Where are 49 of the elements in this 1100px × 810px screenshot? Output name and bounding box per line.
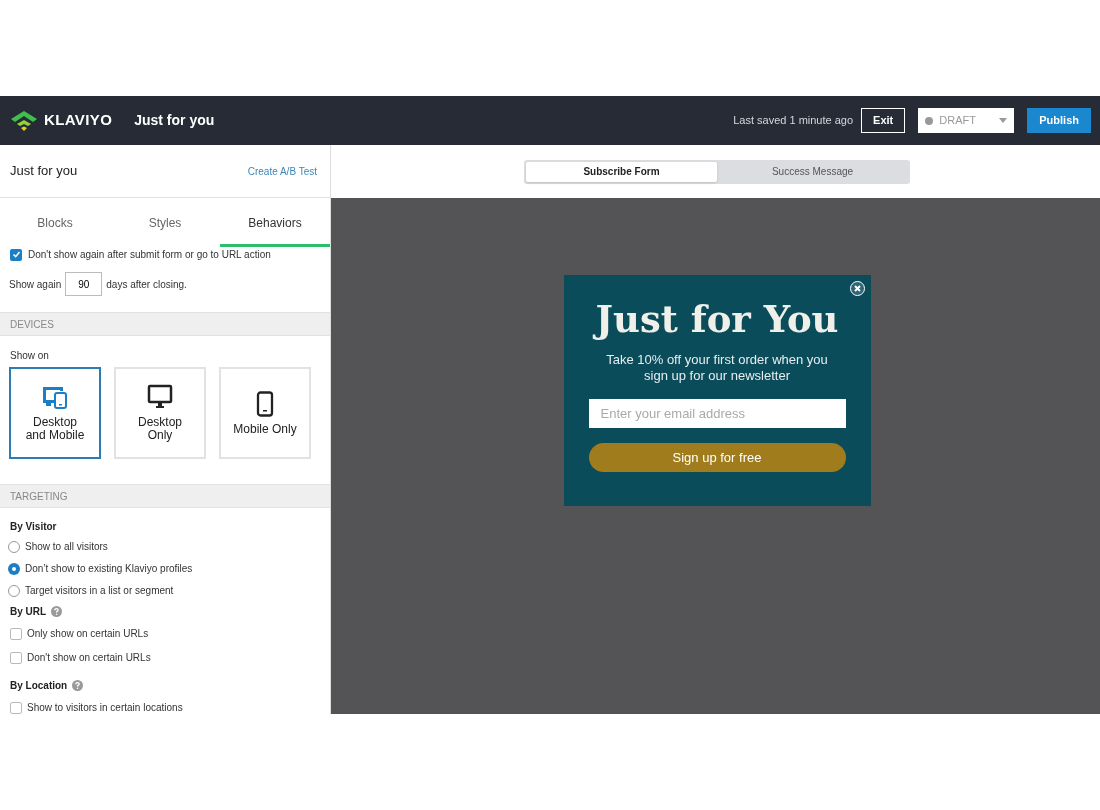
checkbox[interactable] <box>10 627 22 640</box>
desktop-mobile-icon <box>41 384 69 410</box>
close-icon[interactable] <box>849 281 865 296</box>
radio-label: Show to all visitors <box>25 540 108 554</box>
monitor-icon <box>147 384 173 410</box>
help-icon[interactable] <box>72 679 84 691</box>
field-label: Show on <box>9 349 50 363</box>
status-dot-icon <box>925 116 934 125</box>
exit-button[interactable]: Exit <box>861 108 906 133</box>
help-icon[interactable] <box>51 605 63 617</box>
brand-name: KLAVIYO <box>44 110 113 131</box>
section-header: DEVICES <box>0 312 330 336</box>
checkbox-label: Don't show on certain URLs <box>27 651 151 665</box>
caret-icon <box>999 118 1008 123</box>
radio-button[interactable] <box>8 562 20 575</box>
form-title: Just for you <box>134 111 215 130</box>
days-field[interactable]: 90 <box>65 272 103 296</box>
group-title: By URL <box>10 604 47 619</box>
panel-tab[interactable]: Blocks <box>0 198 110 247</box>
checkbox-label: Don't show again after submit form or go to URL action <box>28 248 271 262</box>
device-option[interactable]: Mobile Only <box>219 367 311 459</box>
ab-test-link[interactable]: Create A/B Test <box>247 163 317 179</box>
wifi-logo-icon <box>9 109 39 132</box>
checkbox[interactable] <box>10 248 22 261</box>
checkbox-label: Only show on certain URLs <box>27 627 149 641</box>
device-option[interactable]: Desktop and Mobile <box>9 367 101 459</box>
publish-button[interactable]: Publish <box>1027 108 1091 133</box>
section-header: TARGETING <box>0 484 330 508</box>
phone-icon <box>255 390 275 417</box>
save-status: Last saved 1 minute ago <box>733 113 854 129</box>
view-tab[interactable]: Success Message <box>717 161 908 182</box>
radio-button[interactable] <box>8 584 20 597</box>
popup-text: Take 10% off your first order when you sign up for our newsletter <box>605 352 829 384</box>
group-title: By Visitor <box>10 519 57 534</box>
checkbox[interactable] <box>10 651 22 664</box>
panel-tab[interactable]: Styles <box>110 198 220 247</box>
group-title: By Location <box>10 678 68 693</box>
radio-label: Target visitors in a list or segment <box>25 584 174 598</box>
email-field[interactable]: Enter your email address <box>588 399 846 428</box>
radio-button[interactable] <box>8 540 20 553</box>
checkbox-label: Show to visitors in certain locations <box>27 701 183 714</box>
device-option[interactable]: Desktop Only <box>114 367 206 459</box>
field-label: Show again <box>9 277 62 292</box>
checkbox[interactable] <box>10 701 22 714</box>
field-label: days after closing. <box>106 277 187 292</box>
signup-button[interactable]: Sign up for free <box>588 443 846 472</box>
radio-label: Don’t show to existing Klaviyo profiles <box>25 562 193 576</box>
panel-title: Just for you <box>10 162 78 181</box>
view-tab[interactable]: Subscribe Form <box>526 161 717 182</box>
